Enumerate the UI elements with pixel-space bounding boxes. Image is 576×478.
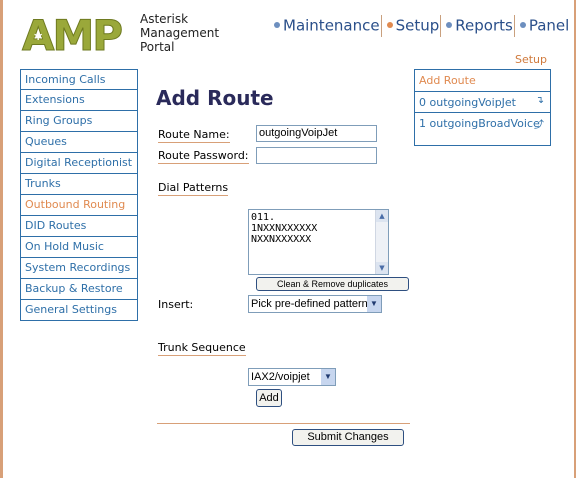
- nav-reports[interactable]: Reports: [455, 17, 513, 35]
- svg-text:*: *: [34, 29, 43, 48]
- submit-changes-button[interactable]: Submit Changes: [292, 429, 404, 446]
- nav-divider: [513, 15, 515, 37]
- sidebar-item-incoming-calls[interactable]: Incoming Calls: [20, 69, 138, 90]
- add-trunk-button[interactable]: Add: [256, 389, 282, 407]
- sidebar-item-trunks[interactable]: Trunks: [20, 174, 138, 195]
- sidebar-item-backup-restore[interactable]: Backup & Restore: [20, 279, 138, 300]
- insert-label: Insert:: [158, 298, 194, 311]
- sidebar-item-ring-groups[interactable]: Ring Groups: [20, 111, 138, 132]
- sidebar-item-queues[interactable]: Queues: [20, 132, 138, 153]
- route-password-input[interactable]: [256, 147, 377, 164]
- brand-line-1: Asterisk: [140, 12, 189, 26]
- insert-pattern-value: Pick pre-defined patterns: [251, 298, 374, 310]
- sidebar-item-outbound-routing[interactable]: Outbound Routing: [20, 195, 138, 216]
- nav-bullet-icon: [274, 22, 280, 28]
- route-link-voipjet[interactable]: 0 outgoingVoipJet: [419, 96, 516, 109]
- routes-panel: Add Route 0 outgoingVoipJet ↴ 1 outgoing…: [414, 69, 551, 146]
- route-item: 0 outgoingVoipJet ↴: [415, 91, 550, 112]
- nav-bullet-icon: [386, 22, 393, 28]
- route-name-input[interactable]: outgoingVoipJet: [256, 125, 377, 142]
- trunk-select-value: IAX2/voipjet: [251, 371, 310, 383]
- move-down-icon[interactable]: ↴: [536, 95, 544, 106]
- brand-line-3: Portal: [140, 40, 175, 54]
- nav-setup[interactable]: Setup: [396, 17, 440, 35]
- textarea-scrollbar[interactable]: ▲ ▼: [375, 210, 388, 274]
- page-title: Add Route: [156, 86, 274, 110]
- clean-remove-duplicates-button[interactable]: Clean & Remove duplicates: [256, 277, 409, 291]
- add-route-link[interactable]: Add Route: [415, 70, 550, 91]
- sidebar-item-system-recordings[interactable]: System Recordings: [20, 258, 138, 279]
- top-navigation: Maintenance Setup Reports Panel: [270, 15, 569, 37]
- route-name-label: Route Name:: [158, 128, 230, 143]
- sidebar-item-did-routes[interactable]: DID Routes: [20, 216, 138, 237]
- brand-title: Asterisk Management Portal: [140, 12, 219, 54]
- sidebar-item-on-hold-music[interactable]: On Hold Music: [20, 237, 138, 258]
- dial-patterns-textarea[interactable]: 011. 1NXXNXXXXXX NXXNXXXXXX ▲ ▼: [248, 209, 389, 275]
- route-link-broadvoice[interactable]: 1 outgoingBroadVoice: [419, 117, 540, 130]
- section-label: Setup: [514, 53, 547, 66]
- chevron-down-icon: ▼: [321, 369, 335, 385]
- route-item: 1 outgoingBroadVoice ⤴: [415, 112, 550, 133]
- sidebar-item-general-settings[interactable]: General Settings: [20, 300, 138, 321]
- insert-pattern-select[interactable]: Pick pre-defined patterns ▼: [248, 295, 382, 313]
- nav-divider: [380, 15, 382, 37]
- brand-line-2: Management: [140, 26, 220, 40]
- amp-logo: AMP *: [20, 10, 132, 61]
- move-up-icon[interactable]: ⤴: [534, 116, 544, 131]
- dial-patterns-value: 011. 1NXXNXXXXXX NXXNXXXXXX: [251, 212, 318, 245]
- scroll-up-icon[interactable]: ▲: [376, 210, 388, 222]
- sidebar-item-extensions[interactable]: Extensions: [20, 90, 138, 111]
- nav-panel[interactable]: Panel: [529, 17, 569, 35]
- sidebar-menu: Incoming Calls Extensions Ring Groups Qu…: [20, 69, 138, 321]
- nav-bullet-icon: [519, 22, 526, 28]
- trunk-select[interactable]: IAX2/voipjet ▼: [248, 368, 336, 386]
- dial-patterns-label: Dial Patterns: [158, 181, 229, 196]
- trunk-sequence-label: Trunk Sequence: [158, 341, 246, 356]
- chevron-down-icon: ▼: [367, 296, 381, 312]
- nav-bullet-icon: [446, 22, 453, 28]
- sidebar-item-digital-receptionist[interactable]: Digital Receptionist: [20, 153, 138, 174]
- nav-maintenance[interactable]: Maintenance: [283, 17, 380, 35]
- divider: [157, 423, 410, 424]
- nav-divider: [440, 15, 442, 37]
- route-password-label: Route Password:: [158, 149, 249, 164]
- scroll-down-icon[interactable]: ▼: [376, 262, 388, 274]
